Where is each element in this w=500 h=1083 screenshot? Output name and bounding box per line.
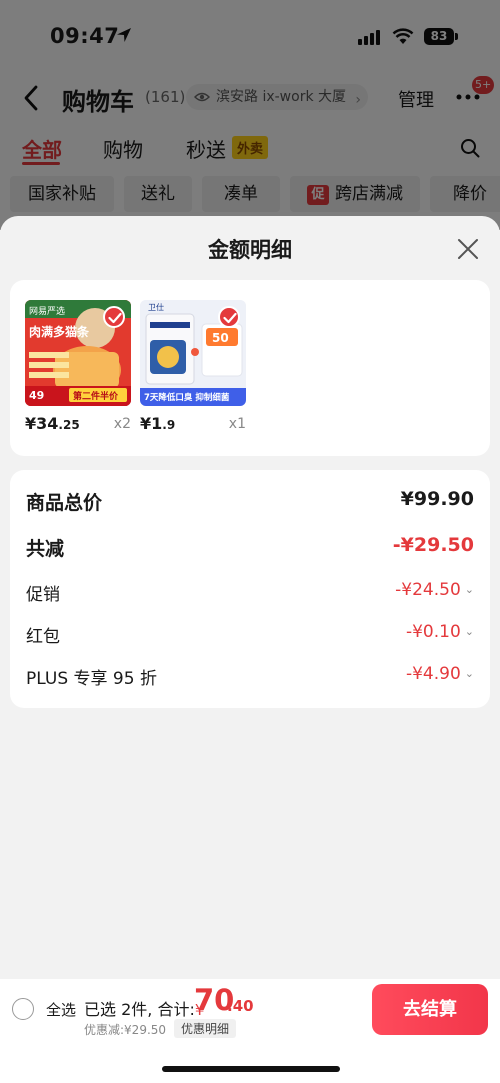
- product-price-row: ¥34.25 x2: [25, 414, 131, 438]
- selected-check-icon: [103, 306, 125, 328]
- product-image-title: 肉满多猫条: [29, 324, 90, 339]
- summary-value-wrap: -¥24.50 ⌄: [395, 580, 474, 600]
- chevron-down-icon: ⌄: [464, 625, 474, 638]
- summary-label: 促销: [26, 585, 60, 605]
- product-quantity: x2: [113, 416, 131, 432]
- summary-row-plus-discount[interactable]: PLUS 专享 95 折 -¥4.90 ⌄: [26, 664, 474, 694]
- checkout-button[interactable]: 去结算: [372, 984, 488, 1035]
- product-item[interactable]: 卫仕 50 7天降低口臭 抑制细菌 ¥1.9 x1: [140, 300, 246, 438]
- sheet-title: 金额明细: [208, 238, 292, 262]
- total-line: 已选 2件, 合计:¥: [84, 996, 204, 1020]
- summary-value-wrap: -¥4.90 ⌄: [406, 664, 474, 684]
- home-indicator: [162, 1066, 340, 1072]
- chevron-down-icon: ⌄: [464, 583, 474, 596]
- product-quantity: x1: [228, 416, 246, 432]
- product-image-box: 50: [212, 331, 229, 345]
- total-amount-decimal: .40: [227, 997, 254, 1015]
- summary-row-total-discount: 共减 -¥29.50: [26, 534, 474, 564]
- product-image: 网易严选 肉满多猫条 49 第二件半价: [25, 300, 131, 406]
- selected-count: 已选 2件, 合计:: [84, 1000, 195, 1019]
- summary-label: PLUS 专享 95 折: [26, 669, 157, 689]
- product-item[interactable]: 网易严选 肉满多猫条 49 第二件半价 ¥34.25 x2: [25, 300, 131, 438]
- summary-value-wrap: -¥0.10 ⌄: [406, 622, 474, 642]
- discount-detail-button[interactable]: 优惠明细: [174, 1019, 237, 1038]
- product-image: 卫仕 50 7天降低口臭 抑制细菌: [140, 300, 246, 406]
- summary-value: -¥29.50: [392, 534, 474, 556]
- background-cart-page: 09:47 83 购物车 (161) 滨安路 ix-work 大厦 › 管理 5…: [0, 0, 500, 230]
- dim-overlay[interactable]: [0, 0, 500, 230]
- select-all-radio[interactable]: [12, 998, 34, 1020]
- chevron-down-icon: ⌄: [464, 667, 474, 680]
- summary-row-promotion[interactable]: 促销 -¥24.50 ⌄: [26, 580, 474, 610]
- product-image-brand: 卫仕: [148, 302, 164, 312]
- selected-check-icon: [218, 306, 240, 328]
- product-price: ¥1.9: [140, 414, 176, 433]
- amount-detail-sheet: 金额明细 网易严选 肉满多猫条 49 第二件半价 ¥34.25 x2 卫仕 50…: [0, 216, 500, 1083]
- summary-label: 红包: [26, 627, 60, 647]
- select-all-label[interactable]: 全选: [46, 999, 76, 1020]
- checkout-bar: 全选 已选 2件, 合计:¥ 70 .40 优惠减:¥29.50 优惠明细 去结…: [0, 979, 500, 1083]
- summary-value: -¥24.50: [395, 580, 461, 600]
- product-image-banner: 第二件半价: [73, 390, 119, 402]
- product-price: ¥34.25: [25, 414, 80, 433]
- products-card: 网易严选 肉满多猫条 49 第二件半价 ¥34.25 x2 卫仕 50 7天降低…: [10, 280, 490, 456]
- summary-label: 商品总价: [26, 492, 103, 514]
- summary-value: -¥4.90: [405, 664, 461, 684]
- summary-row-goods-total: 商品总价 ¥99.90: [26, 488, 474, 518]
- saved-amount: 优惠减:¥29.50: [84, 1023, 167, 1037]
- price-summary-card: 商品总价 ¥99.90 共减 -¥29.50 促销 -¥24.50 ⌄ 红包 -¥…: [10, 470, 490, 708]
- product-image-brand: 网易严选: [29, 305, 65, 316]
- product-price-row: ¥1.9 x1: [140, 414, 246, 438]
- product-image-price: 49: [29, 389, 44, 402]
- summary-label: 共减: [26, 538, 65, 560]
- summary-value: ¥99.90: [400, 488, 474, 510]
- summary-row-red-packet[interactable]: 红包 -¥0.10 ⌄: [26, 622, 474, 652]
- close-icon[interactable]: [457, 238, 479, 260]
- product-image-banner: 7天降低口臭 抑制细菌: [144, 392, 230, 403]
- summary-value: -¥0.10: [405, 622, 461, 642]
